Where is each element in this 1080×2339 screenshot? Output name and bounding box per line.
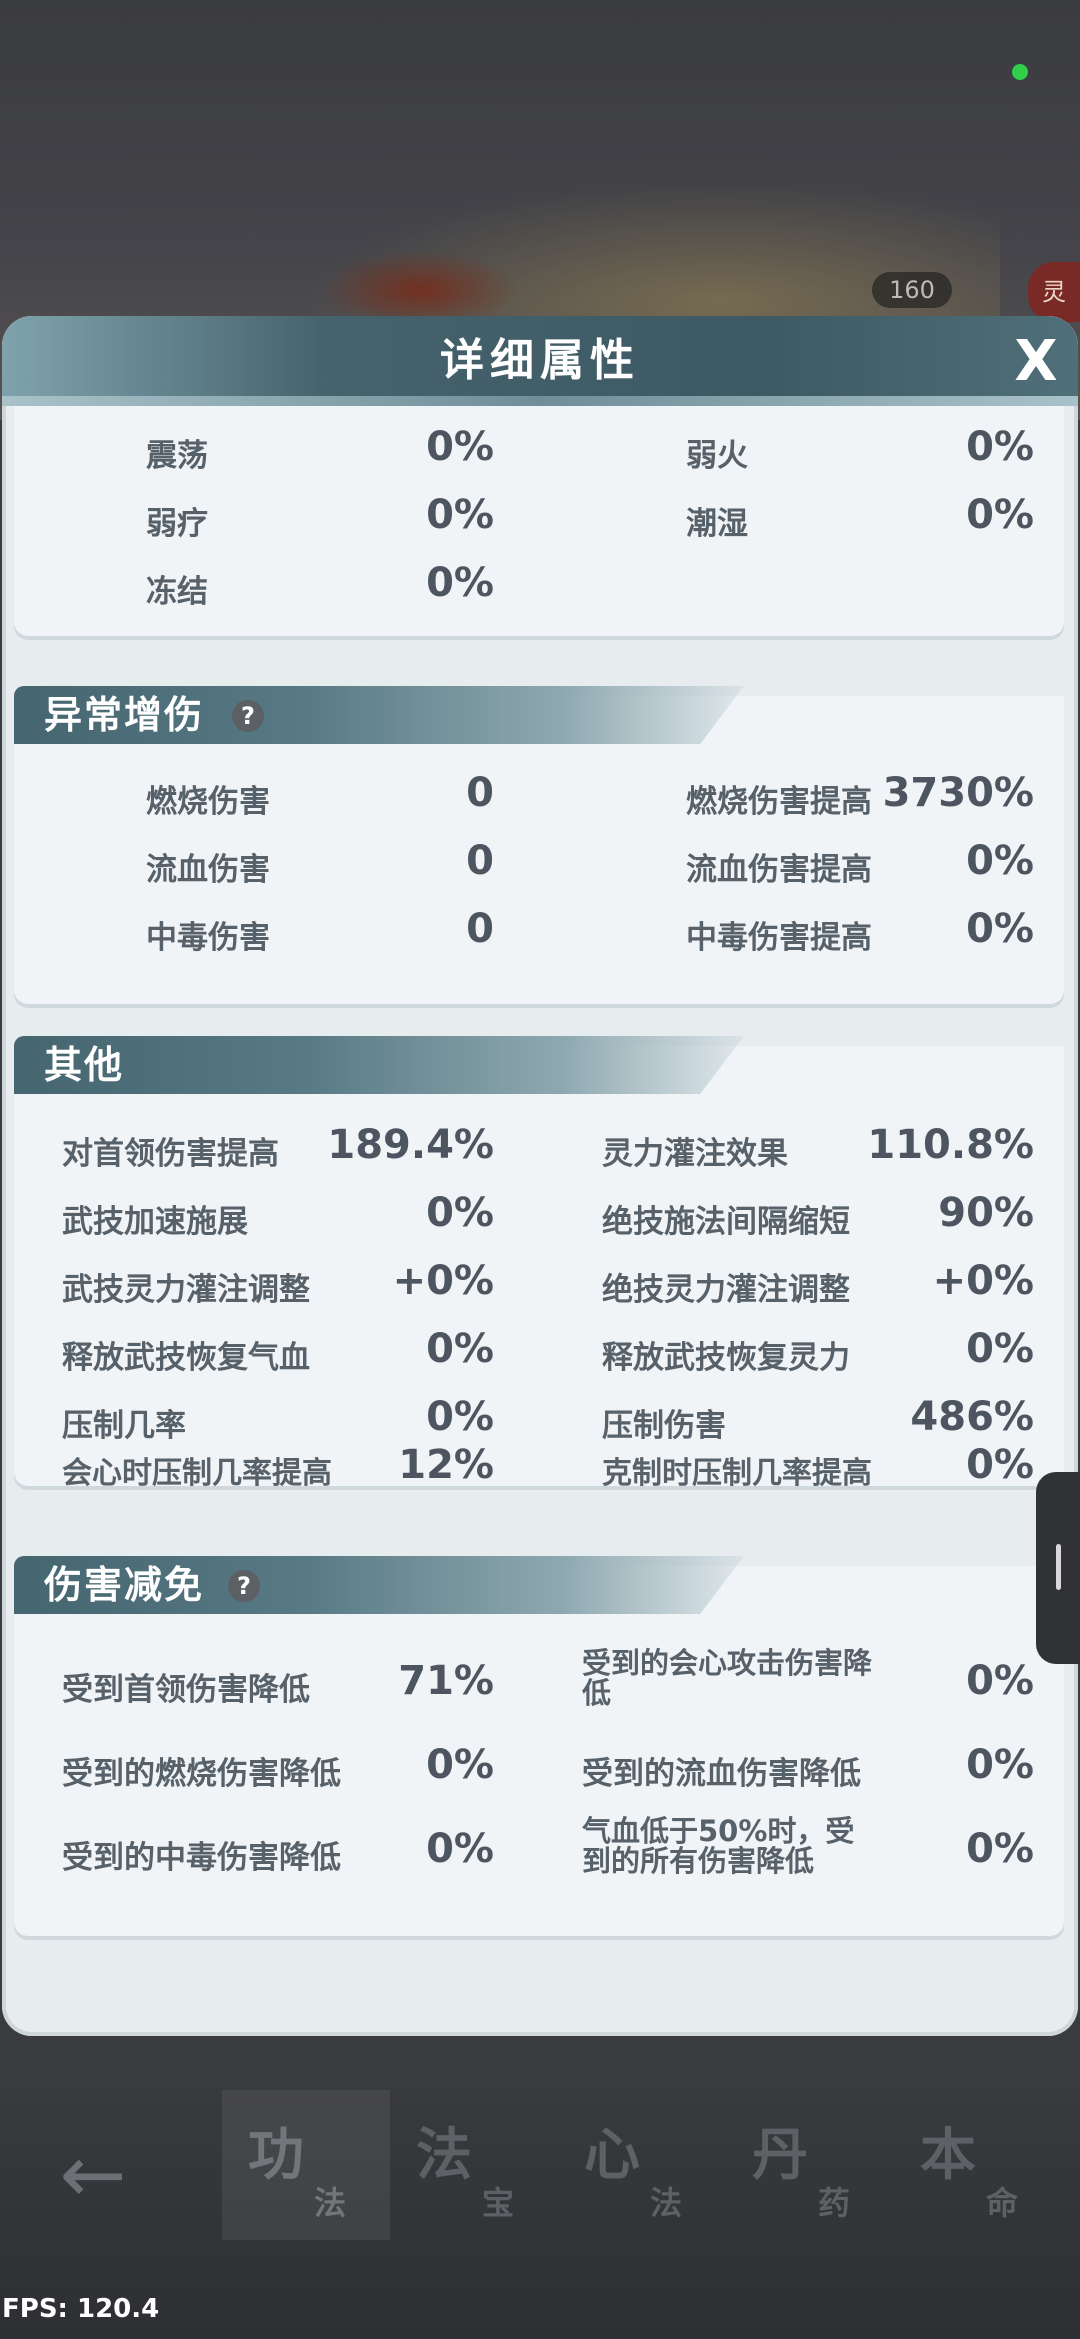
stat-label: 压制几率 bbox=[62, 1408, 186, 1444]
stat-label: 燃烧伤害提高 bbox=[686, 784, 872, 820]
other-panel: 对首领伤害提高 189.4% 灵力灌注效果 110.8% 武技加速施展 0% 绝… bbox=[14, 1046, 1064, 1491]
stat-value: 0% bbox=[966, 492, 1034, 538]
damage-reduction-panel: 受到首领伤害降低 71% 受到的会心攻击伤害降低 0% 受到的燃烧伤害降低 0%… bbox=[14, 1566, 1064, 1936]
fps-counter: FPS: 120.4 bbox=[2, 2294, 160, 2324]
stat-label: 绝技灵力灌注调整 bbox=[602, 1272, 850, 1308]
back-arrow-icon[interactable]: ← bbox=[48, 2130, 138, 2220]
stat-label: 燃烧伤害 bbox=[146, 784, 270, 820]
side-drawer-handle[interactable] bbox=[1036, 1472, 1080, 1664]
tab-big-label: 功 bbox=[248, 2123, 304, 2188]
stat-value: +0% bbox=[932, 1258, 1034, 1304]
stat-label: 流血伤害 bbox=[146, 852, 270, 888]
detail-attributes-modal: 详细属性 X 震荡 0% 弱火 0% 弱疗 0% 潮湿 0% 冻结 0% 燃烧伤… bbox=[2, 316, 1078, 2036]
stat-label: 受到的流血伤害降低 bbox=[582, 1756, 861, 1792]
stat-label: 受到首领伤害降低 bbox=[62, 1672, 310, 1708]
stat-label: 中毒伤害 bbox=[146, 920, 270, 956]
tab-small-label: 法 bbox=[650, 2184, 683, 2222]
tab-benming[interactable]: 本 命 bbox=[894, 2090, 1062, 2240]
modal-title: 详细属性 bbox=[440, 335, 640, 386]
tab-danyao[interactable]: 丹 药 bbox=[726, 2090, 894, 2240]
stat-value: 0% bbox=[966, 906, 1034, 952]
stat-value: 0 bbox=[466, 906, 494, 952]
stat-label: 武技加速施展 bbox=[62, 1204, 248, 1240]
stat-value: +0% bbox=[392, 1258, 494, 1304]
section-title: 其他 bbox=[44, 1043, 125, 1087]
control-panel: 震荡 0% 弱火 0% 弱疗 0% 潮湿 0% 冻结 0% bbox=[14, 406, 1064, 636]
stat-value: 0% bbox=[966, 1658, 1034, 1704]
stat-label: 释放武技恢复灵力 bbox=[602, 1340, 850, 1376]
stat-label: 震荡 bbox=[146, 438, 208, 474]
stat-value: 0% bbox=[966, 838, 1034, 884]
section-title: 伤害减免 bbox=[44, 1563, 205, 1607]
modal-scroll-content[interactable]: 震荡 0% 弱火 0% 弱疗 0% 潮湿 0% 冻结 0% 燃烧伤害 0 燃烧伤… bbox=[2, 406, 1078, 2036]
stat-value: 90% bbox=[938, 1190, 1034, 1236]
stat-value: 71% bbox=[398, 1658, 494, 1704]
stat-label: 潮湿 bbox=[686, 506, 748, 542]
tab-xinfa[interactable]: 心 法 bbox=[558, 2090, 726, 2240]
stat-value: 0% bbox=[966, 1442, 1034, 1488]
status-dot bbox=[1012, 64, 1028, 80]
stat-value: 0% bbox=[426, 1326, 494, 1372]
stat-label: 流血伤害提高 bbox=[686, 852, 872, 888]
section-header-other: 其他 bbox=[14, 1036, 744, 1094]
section-title: 异常增伤 bbox=[44, 693, 205, 737]
stat-label: 中毒伤害提高 bbox=[686, 920, 872, 956]
tab-small-label: 药 bbox=[818, 2184, 851, 2222]
stat-label: 释放武技恢复气血 bbox=[62, 1340, 310, 1376]
stat-label: 灵力灌注效果 bbox=[602, 1136, 788, 1172]
stat-value: 0% bbox=[426, 1742, 494, 1788]
stat-value: 110.8% bbox=[867, 1122, 1034, 1168]
stat-value: 0% bbox=[426, 1394, 494, 1440]
stat-value: 0% bbox=[966, 1742, 1034, 1788]
tab-gongfa[interactable]: 功 法 bbox=[222, 2090, 390, 2240]
stat-label: 对首领伤害提高 bbox=[62, 1136, 279, 1172]
stat-value: 189.4% bbox=[327, 1122, 494, 1168]
stat-value: 0 bbox=[466, 770, 494, 816]
stat-value: 0% bbox=[426, 560, 494, 606]
stat-value: 0% bbox=[966, 1326, 1034, 1372]
tab-big-label: 法 bbox=[416, 2123, 472, 2188]
stat-value: 0% bbox=[966, 424, 1034, 470]
stat-value: 0% bbox=[426, 1826, 494, 1872]
stat-value: 0 bbox=[466, 838, 494, 884]
stat-label: 压制伤害 bbox=[602, 1408, 726, 1444]
section-header-damage-reduction: 伤害减免 ? bbox=[14, 1556, 744, 1614]
stat-label: 绝技施法间隔缩短 bbox=[602, 1204, 850, 1240]
stat-label: 冻结 bbox=[146, 574, 208, 610]
stat-value: 12% bbox=[398, 1442, 494, 1488]
stat-value: 0% bbox=[426, 424, 494, 470]
tab-small-label: 宝 bbox=[482, 2184, 515, 2222]
help-icon[interactable]: ? bbox=[232, 700, 264, 732]
tab-big-label: 本 bbox=[920, 2123, 976, 2188]
stat-value: 0% bbox=[966, 1826, 1034, 1872]
stat-value: 3730% bbox=[882, 770, 1034, 816]
tab-big-label: 丹 bbox=[752, 2123, 808, 2188]
stat-label: 弱火 bbox=[686, 438, 748, 474]
close-button[interactable]: X bbox=[1006, 332, 1066, 392]
stat-label: 弱疗 bbox=[146, 506, 208, 542]
stat-value: 0% bbox=[426, 492, 494, 538]
section-header-abnormal: 异常增伤 ? bbox=[14, 686, 744, 744]
level-badge: 160 bbox=[872, 272, 952, 308]
tab-fabao[interactable]: 法 宝 bbox=[390, 2090, 558, 2240]
tab-big-label: 心 bbox=[584, 2123, 640, 2188]
stat-value: 0% bbox=[426, 1190, 494, 1236]
stat-label: 武技灵力灌注调整 bbox=[62, 1272, 310, 1308]
tab-small-label: 法 bbox=[314, 2184, 347, 2222]
side-badge[interactable]: 灵 bbox=[1028, 262, 1080, 322]
help-icon[interactable]: ? bbox=[228, 1570, 260, 1602]
stat-value: 486% bbox=[910, 1394, 1034, 1440]
tab-small-label: 命 bbox=[986, 2184, 1019, 2222]
